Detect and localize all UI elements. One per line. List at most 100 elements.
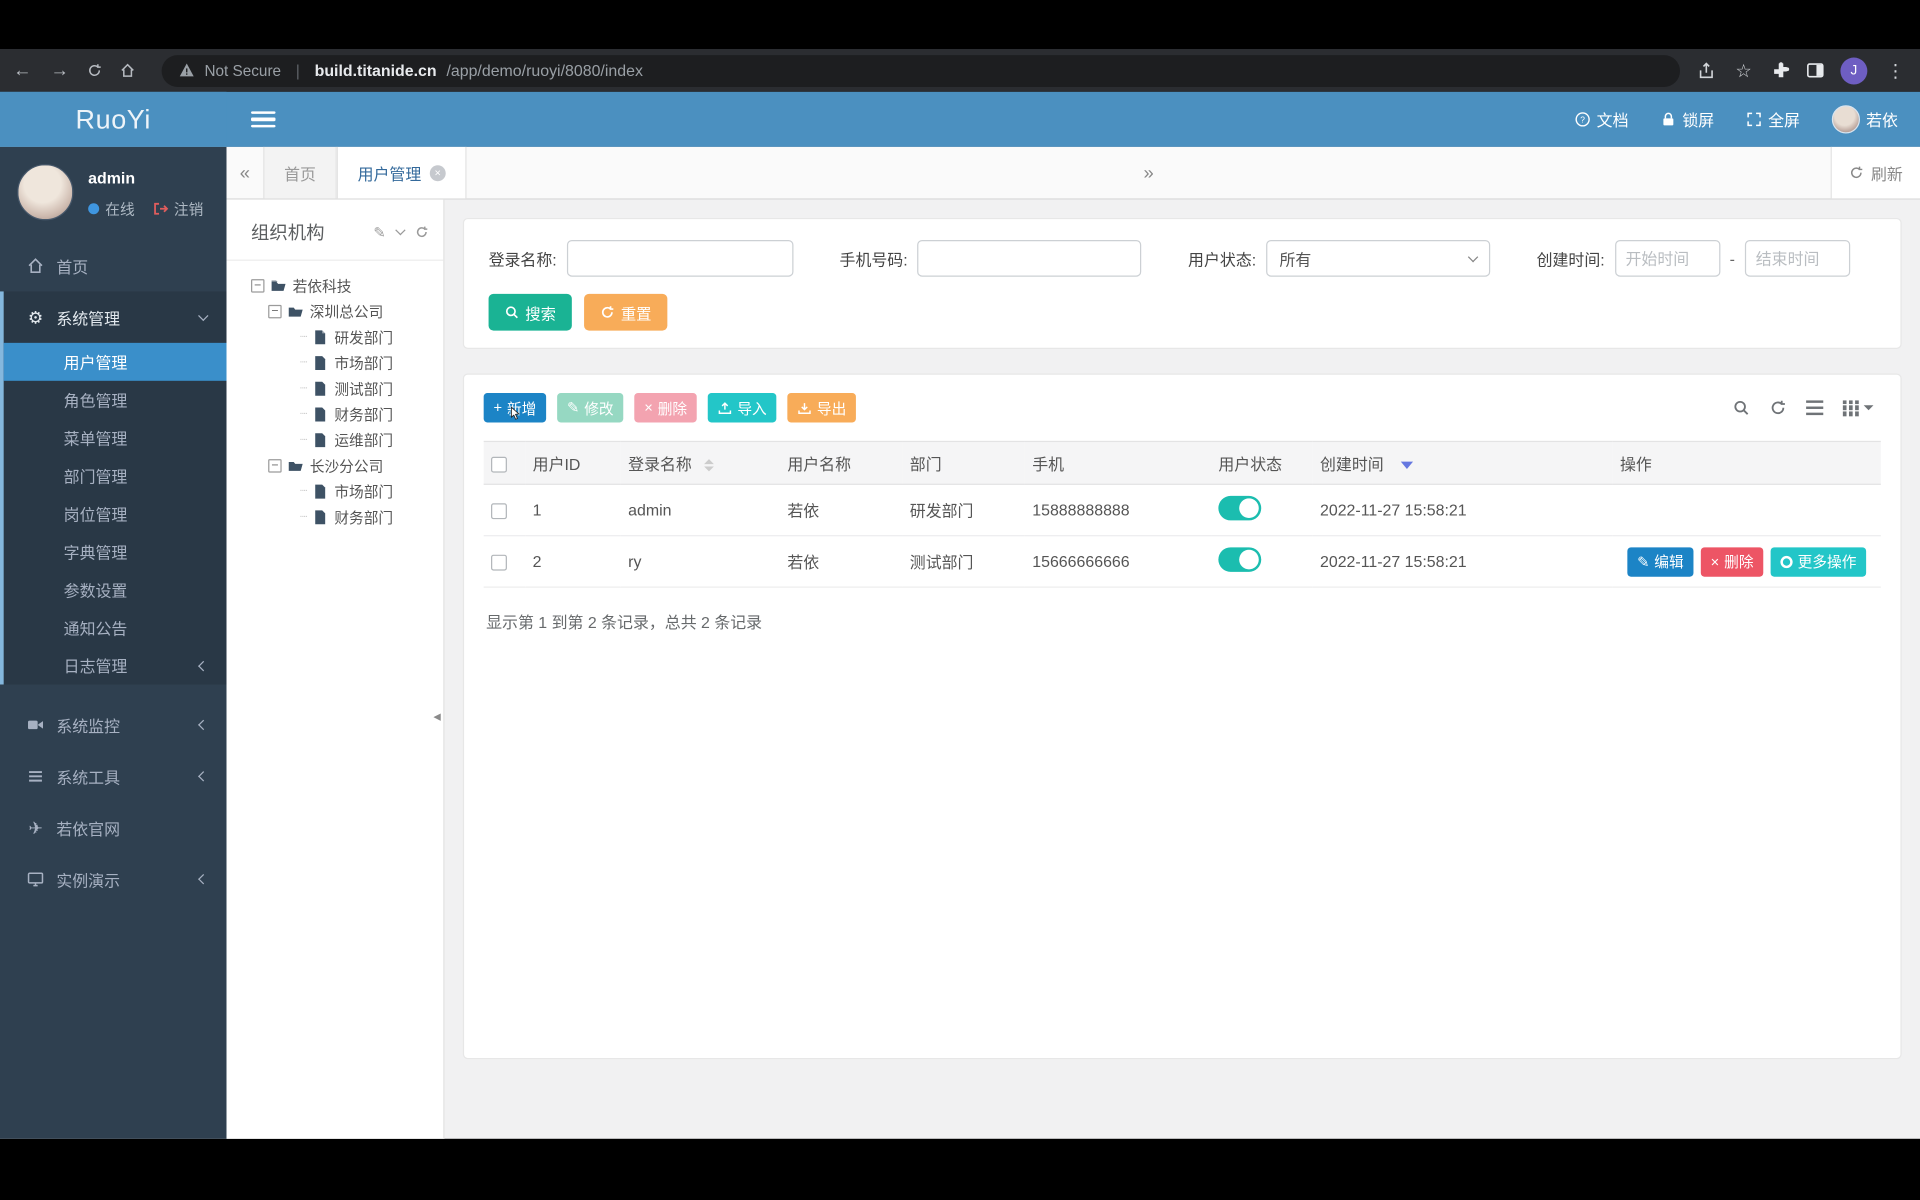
row-checkbox[interactable]: [491, 503, 507, 520]
nav-docs-link[interactable]: ? 文档: [1575, 108, 1629, 131]
tree-node-dept[interactable]: ┈ 市场部门: [227, 479, 444, 505]
table-search-icon[interactable]: [1733, 399, 1750, 416]
tree-node-company[interactable]: − 若依科技: [227, 273, 444, 299]
select-all-checkbox[interactable]: [491, 456, 507, 473]
browser-menu-dots-icon[interactable]: ⋮: [1883, 59, 1907, 82]
logout-link[interactable]: 注销: [153, 198, 203, 219]
browser-reload-icon[interactable]: [87, 61, 102, 79]
login-name-input[interactable]: [566, 239, 794, 277]
sidebar-item-home[interactable]: 首页: [0, 240, 227, 291]
user-avatar[interactable]: [17, 164, 74, 221]
bookmark-star-icon[interactable]: ☆: [1731, 59, 1755, 82]
sidebar-item-menu-manage[interactable]: 菜单管理: [4, 419, 227, 457]
tree-collapse-chevron-icon[interactable]: [395, 225, 406, 236]
end-time-input[interactable]: [1744, 239, 1851, 277]
tree-node-dept[interactable]: ┈ 市场部门: [227, 350, 444, 376]
row-more-button[interactable]: 更多操作: [1770, 546, 1867, 577]
question-icon: ?: [1575, 112, 1590, 127]
extensions-puzzle-icon[interactable]: [1772, 61, 1790, 79]
table-row[interactable]: 2 ry 若依 测试部门 15666666666 2022-11-27 15:5…: [483, 535, 1881, 588]
col-phone: 手机: [1024, 440, 1212, 485]
edit-button[interactable]: ✎ 修改: [557, 393, 624, 423]
tab-refresh-button[interactable]: 刷新: [1830, 146, 1920, 199]
share-icon[interactable]: [1697, 61, 1715, 79]
sidebar-item-notice[interactable]: 通知公告: [4, 609, 227, 647]
col-created[interactable]: 创建时间: [1312, 440, 1613, 485]
import-button[interactable]: 导入: [707, 393, 777, 423]
file-icon: [315, 510, 326, 525]
browser-forward-icon[interactable]: →: [50, 60, 70, 81]
row-edit-button[interactable]: ✎ 编辑: [1627, 546, 1694, 577]
row-delete-button[interactable]: × 删除: [1700, 546, 1764, 577]
file-icon: [315, 356, 326, 371]
status-toggle-on[interactable]: [1218, 495, 1262, 521]
start-time-input[interactable]: [1614, 239, 1720, 277]
status-toggle-on[interactable]: [1218, 547, 1262, 572]
tree-node-dept[interactable]: ┈ 运维部门: [227, 427, 444, 453]
row-checkbox[interactable]: [491, 554, 507, 571]
sidebar-item-system-manage[interactable]: ⚙ 系统管理: [4, 291, 227, 342]
search-button[interactable]: 搜索: [488, 293, 572, 331]
sidebar-item-dept-manage[interactable]: 部门管理: [4, 457, 227, 495]
tree-node-label: 长沙分公司: [309, 457, 384, 476]
table-refresh-icon[interactable]: [1769, 399, 1786, 416]
nav-fullscreen-link[interactable]: 全屏: [1746, 108, 1800, 131]
nav-lockscreen-link[interactable]: 锁屏: [1660, 108, 1714, 131]
sidebar-item-role-manage[interactable]: 角色管理: [4, 381, 227, 419]
sidebar-item-log-manage[interactable]: 日志管理: [4, 647, 227, 685]
tabs-scroll-right-icon[interactable]: »: [1130, 147, 1167, 198]
tab-refresh-label: 刷新: [1870, 164, 1903, 184]
tab-home-label: 首页: [284, 164, 316, 184]
add-button[interactable]: + 新增: [483, 393, 547, 423]
browser-back-icon[interactable]: ←: [12, 60, 32, 81]
browser-home-icon[interactable]: [119, 61, 134, 79]
tabs-scroll-left-icon[interactable]: «: [227, 147, 264, 198]
user-status-select[interactable]: 所有: [1265, 239, 1491, 277]
app-logo[interactable]: RuoYi: [0, 91, 227, 147]
main-content: 登录名称: 手机号码: 用户状态: 所有 创建时间: -: [444, 200, 1920, 1139]
tree-node-dept[interactable]: ┈ 测试部门: [227, 376, 444, 402]
sidebar-item-system-monitor[interactable]: 系统监控: [0, 699, 227, 750]
panel-collapse-handle[interactable]: ◂: [433, 708, 440, 725]
sidebar-toggle-hamburger-icon[interactable]: [251, 111, 276, 128]
browser-profile-avatar[interactable]: J: [1840, 56, 1868, 84]
delete-button[interactable]: × 删除: [634, 393, 697, 423]
tree-expander-icon[interactable]: −: [268, 304, 282, 319]
nav-user-menu[interactable]: 若依: [1831, 105, 1898, 134]
col-login-name[interactable]: 登录名称: [620, 440, 780, 485]
reset-button[interactable]: 重置: [584, 293, 668, 331]
chevron-left-icon: [198, 719, 209, 731]
tree-node-dept[interactable]: ┈ 财务部门: [227, 402, 444, 428]
tab-home[interactable]: 首页: [263, 146, 337, 199]
sidebar-item-post-manage[interactable]: 岗位管理: [4, 495, 227, 533]
tab-user-manage[interactable]: 用户管理 ×: [336, 146, 467, 199]
tree-node-dept[interactable]: ┈ 研发部门: [227, 324, 444, 350]
sidebar-item-demo[interactable]: 实例演示: [0, 853, 227, 904]
tree-edit-pencil-icon[interactable]: ✎: [373, 223, 385, 240]
sidebar-item-dict-manage[interactable]: 字典管理: [4, 533, 227, 571]
demo-label: 实例演示: [56, 871, 121, 890]
toggle-view-icon[interactable]: [1806, 400, 1824, 416]
tree-expander-icon[interactable]: −: [251, 279, 265, 293]
address-bar[interactable]: Not Secure | build.titanide.cn/app/demo/…: [161, 54, 1680, 87]
folder-open-icon: [271, 280, 286, 291]
side-panel-icon[interactable]: [1806, 61, 1824, 79]
sidebar-item-config[interactable]: 参数设置: [4, 571, 227, 609]
table-row[interactable]: 1 admin 若依 研发部门 15888888888 2022-11-27 1…: [483, 484, 1881, 537]
col-user-name: 用户名称: [779, 440, 903, 485]
tree-node-dept[interactable]: ┈ 财务部门: [227, 504, 444, 530]
tree-node-branch[interactable]: − 深圳总公司: [227, 299, 444, 325]
tree-expander-icon[interactable]: −: [268, 459, 282, 473]
tab-close-icon[interactable]: ×: [429, 164, 446, 181]
phone-input[interactable]: [917, 239, 1142, 277]
tree-node-branch[interactable]: − 长沙分公司: [227, 453, 444, 479]
sort-icons[interactable]: [704, 459, 714, 472]
sidebar-item-user-manage[interactable]: 用户管理: [3, 342, 227, 381]
columns-picker-button[interactable]: [1842, 399, 1874, 416]
export-button[interactable]: 导出: [787, 393, 857, 423]
sidebar-item-official-site[interactable]: ✈ 若依官网: [0, 802, 227, 853]
file-icon: [315, 330, 326, 345]
tree-refresh-icon[interactable]: [415, 225, 428, 238]
sidebar-item-system-tools[interactable]: 系统工具: [0, 751, 227, 802]
nav-fullscreen-label: 全屏: [1768, 111, 1800, 130]
